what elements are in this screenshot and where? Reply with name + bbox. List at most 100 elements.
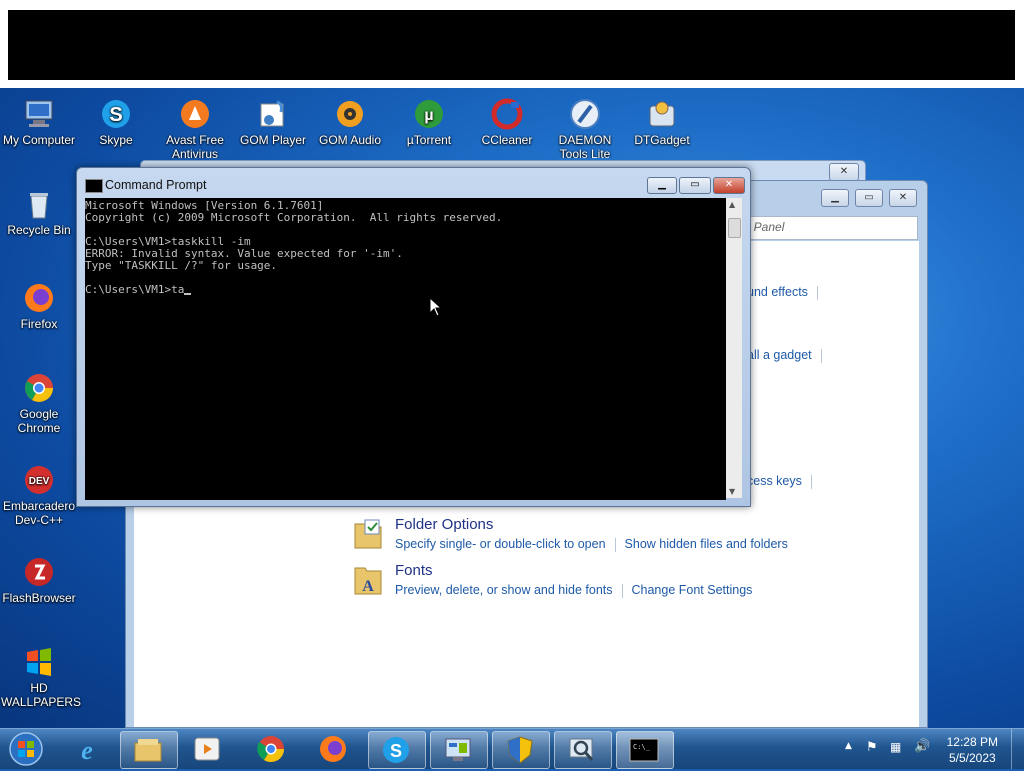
- volume-icon[interactable]: 🔊: [914, 739, 930, 754]
- desktop-icon-ccleaner[interactable]: CCleaner: [469, 98, 545, 147]
- desktop: My Computer S Skype Avast Free Antivirus…: [0, 0, 1024, 728]
- dtgadget-icon: [646, 98, 678, 130]
- desktop-icon-google-chrome[interactable]: Google Chrome: [1, 372, 77, 435]
- desktop-icon-dev-cpp[interactable]: DEV Embarcadero Dev-C++: [1, 464, 77, 527]
- chrome-icon: [257, 736, 285, 763]
- link-install-gadget[interactable]: all a gadget: [747, 348, 831, 363]
- recycle-bin-icon: [23, 188, 55, 220]
- cmd-maximize-button[interactable]: ▭: [679, 177, 711, 194]
- taskbar-skype[interactable]: S: [368, 731, 426, 769]
- fonts-links: Preview, delete, or show and hide fonts C…: [395, 583, 752, 598]
- control-panel-close-button[interactable]: ✕: [889, 189, 917, 207]
- console-prompt-line: C:\Users\VM1>ta: [85, 284, 726, 296]
- flashbrowser-icon: [23, 556, 55, 588]
- console-line: Type "TASKKILL /?" for usage.: [85, 259, 278, 272]
- taskbar-media-player[interactable]: [180, 731, 236, 767]
- desktop-icon-gom-player[interactable]: GOM Player: [235, 98, 311, 147]
- taskbar-search-window[interactable]: [554, 731, 612, 769]
- desktop-icon-dtgadget[interactable]: DTGadget: [624, 98, 700, 147]
- cmd-scroll-thumb[interactable]: [728, 218, 741, 238]
- svg-text:A: A: [362, 578, 374, 595]
- folder-options-links: Specify single- or double-click to open S…: [395, 537, 788, 552]
- taskbar: e S C:\_ ▲ ⚑ ▦ 🔊 12:28 PM 5/5/2023: [0, 728, 1024, 769]
- link-specify-click[interactable]: Specify single- or double-click to open: [395, 537, 606, 551]
- svg-text:DEV: DEV: [29, 476, 50, 487]
- control-panel-search-input[interactable]: ol Panel ⚲: [736, 216, 918, 240]
- cmd-vertical-scrollbar[interactable]: ▲ ▼: [726, 198, 742, 498]
- gom-player-icon: [257, 98, 289, 130]
- ccleaner-icon: [491, 98, 523, 130]
- control-panel-minimize-button[interactable]: ▁: [821, 189, 849, 207]
- desktop-icon-utorrent[interactable]: µ µTorrent: [391, 98, 467, 147]
- banner-black-area: [8, 10, 1015, 80]
- separator: [820, 348, 822, 363]
- system-clock[interactable]: 12:28 PM 5/5/2023: [947, 734, 998, 766]
- computer-icon: [23, 98, 55, 130]
- action-center-flag-icon[interactable]: ⚑: [866, 740, 878, 755]
- control-panel-icon: [445, 738, 471, 761]
- internet-explorer-icon: e: [81, 736, 93, 764]
- taskbar-firefox[interactable]: [306, 731, 362, 767]
- desktop-icon-gom-audio[interactable]: GOM Audio: [312, 98, 388, 147]
- clock-date: 5/5/2023: [948, 751, 996, 765]
- magnifier-icon: [569, 738, 594, 761]
- taskbar-file-explorer[interactable]: [120, 731, 178, 769]
- desktop-icon-hd-wallpapers[interactable]: HD WALLPAPERS: [1, 646, 81, 709]
- link-access-keys[interactable]: cess keys: [747, 474, 821, 489]
- desktop-icon-daemon-tools[interactable]: DAEMON Tools Lite: [547, 98, 623, 158]
- chrome-icon: [23, 372, 55, 404]
- media-player-icon: [194, 737, 220, 761]
- cmd-console-output[interactable]: Microsoft Windows [Version 6.1.7601] Cop…: [85, 198, 726, 500]
- start-button[interactable]: [6, 730, 46, 768]
- firefox-icon: [320, 736, 346, 762]
- cmd-window-title: Command Prompt: [105, 178, 207, 192]
- show-desktop-button[interactable]: [1011, 729, 1024, 769]
- svg-text:e: e: [81, 736, 93, 764]
- separator: [614, 537, 616, 552]
- svg-text:S: S: [390, 741, 402, 761]
- link-show-hidden-files[interactable]: Show hidden files and folders: [625, 537, 788, 551]
- desktop-icon-recycle-bin[interactable]: Recycle Bin: [1, 188, 77, 237]
- desktop-icon-firefox[interactable]: Firefox: [1, 282, 77, 331]
- desktop-icon-skype[interactable]: S Skype: [78, 98, 154, 147]
- scroll-up-arrow-icon[interactable]: ▲: [729, 200, 735, 209]
- console-line: Copyright (c) 2009 Microsoft Corporation…: [85, 211, 503, 224]
- skype-icon: S: [100, 98, 132, 130]
- command-prompt-window: Command Prompt ▁ ▭ ✕ Microsoft Windows […: [76, 167, 751, 507]
- desktop-icon-flashbrowser[interactable]: FlashBrowser: [1, 556, 77, 605]
- cmd-close-button[interactable]: ✕: [713, 177, 745, 194]
- dev-cpp-icon: DEV: [23, 464, 55, 496]
- network-icon[interactable]: ▦: [890, 740, 901, 754]
- mouse-pointer-icon: [429, 297, 443, 317]
- cmd-app-icon: [85, 179, 103, 193]
- link-preview-fonts[interactable]: Preview, delete, or show and hide fonts: [395, 583, 613, 597]
- svg-text:µ: µ: [424, 107, 433, 124]
- taskbar-security-center[interactable]: [492, 731, 550, 769]
- taskbar-chrome[interactable]: [244, 731, 300, 767]
- taskbar-control-panel[interactable]: [430, 731, 488, 769]
- taskbar-command-prompt[interactable]: C:\_: [616, 731, 674, 769]
- svg-text:C:\_: C:\_: [633, 743, 651, 751]
- clock-time: 12:28 PM: [946, 735, 998, 749]
- desktop-icon-my-computer[interactable]: My Computer: [1, 98, 77, 147]
- separator: [816, 285, 818, 300]
- windows-start-orb-icon: [9, 732, 43, 766]
- taskbar-internet-explorer[interactable]: e: [60, 731, 116, 767]
- link-change-font-settings[interactable]: Change Font Settings: [632, 583, 753, 597]
- fonts-icon: A: [354, 567, 382, 595]
- cmd-minimize-button[interactable]: ▁: [647, 177, 677, 194]
- svg-text:S: S: [109, 104, 122, 126]
- background-window-close-button[interactable]: ✕: [829, 163, 859, 181]
- folder-options-title[interactable]: Folder Options: [395, 516, 493, 533]
- link-sound-effects[interactable]: und effects: [747, 285, 827, 300]
- control-panel-maximize-button[interactable]: ▭: [855, 189, 883, 207]
- avast-icon: [179, 98, 211, 130]
- gom-audio-icon: [334, 98, 366, 130]
- fonts-title[interactable]: Fonts: [395, 562, 433, 579]
- search-icon: ⚲: [741, 218, 913, 232]
- desktop-icon-avast[interactable]: Avast Free Antivirus: [157, 98, 233, 158]
- folder-icon: [134, 739, 162, 762]
- show-hidden-icons-button[interactable]: ▲: [845, 741, 852, 751]
- hd-wallpapers-icon: [23, 646, 55, 678]
- scroll-down-arrow-icon[interactable]: ▼: [729, 487, 735, 496]
